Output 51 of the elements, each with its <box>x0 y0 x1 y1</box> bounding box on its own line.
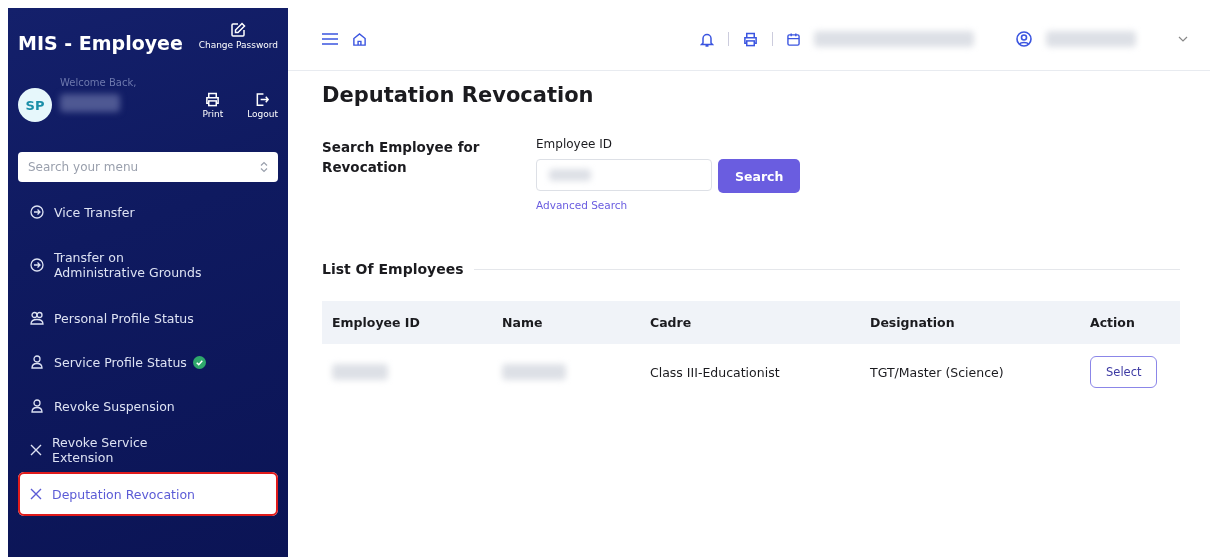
sort-icon <box>260 161 268 173</box>
calendar-icon[interactable] <box>787 32 800 46</box>
welcome-text: Welcome Back, <box>60 76 138 88</box>
advanced-search-link[interactable]: Advanced Search <box>536 199 628 211</box>
user-circle-icon[interactable] <box>1016 31 1032 47</box>
menu-item[interactable]: Personal Profile Status <box>18 296 278 340</box>
column-header: Employee ID <box>322 301 492 344</box>
page-title: Deputation Revocation <box>322 83 595 107</box>
menu-icon[interactable] <box>322 33 338 45</box>
bell-icon[interactable] <box>700 31 714 47</box>
printer-icon <box>205 91 221 107</box>
arrow-circle-icon <box>30 258 44 272</box>
menu-item[interactable]: Revoke Suspension <box>18 384 278 428</box>
select-button[interactable]: Select <box>1090 356 1158 388</box>
column-header: Name <box>492 301 640 344</box>
placeholder-text: Search your menu <box>28 160 139 174</box>
table-cell: Class III-Educationist <box>640 344 860 400</box>
redacted-name <box>502 364 566 380</box>
print-button[interactable]: Print <box>202 91 224 119</box>
printer-icon[interactable] <box>743 31 758 47</box>
logout-icon <box>255 91 271 107</box>
change-password-button[interactable]: Change Password <box>198 22 278 50</box>
arrow-circle-icon <box>30 205 44 219</box>
table-cell: TGT/Master (Science) <box>860 344 1080 400</box>
search-button[interactable]: Search <box>718 159 801 193</box>
employee-id-field[interactable] <box>536 159 712 191</box>
avatar: SP <box>18 88 52 122</box>
section-heading: Search Employee for Revocation <box>322 138 481 177</box>
column-header: Designation <box>860 301 1080 344</box>
logout-button[interactable]: Logout <box>247 91 278 119</box>
chevron-down-icon[interactable] <box>1178 36 1188 42</box>
redacted-id <box>549 169 591 181</box>
column-header: Cadre <box>640 301 860 344</box>
person-icon <box>30 355 44 369</box>
home-icon[interactable] <box>352 31 367 47</box>
menu-item[interactable]: Service Profile Status <box>18 340 278 384</box>
redacted-name <box>60 93 120 112</box>
close-icon <box>30 444 42 456</box>
menu-item[interactable]: Revoke Service Extension <box>18 428 278 472</box>
column-header: Action <box>1080 301 1180 344</box>
field-label: Employee ID <box>536 137 614 151</box>
person-icon <box>30 399 44 413</box>
redacted-id <box>332 364 388 380</box>
menu-item[interactable]: Deputation Revocation <box>18 472 278 516</box>
menu-item[interactable]: Transfer on Administrative Grounds <box>18 234 278 296</box>
app-title: MIS - Employee <box>18 32 183 54</box>
list-heading: List Of Employees <box>322 261 464 277</box>
people-icon <box>30 311 44 325</box>
close-icon <box>30 488 42 500</box>
menu-item[interactable]: Vice Transfer <box>18 190 278 234</box>
edit-icon <box>230 22 247 38</box>
